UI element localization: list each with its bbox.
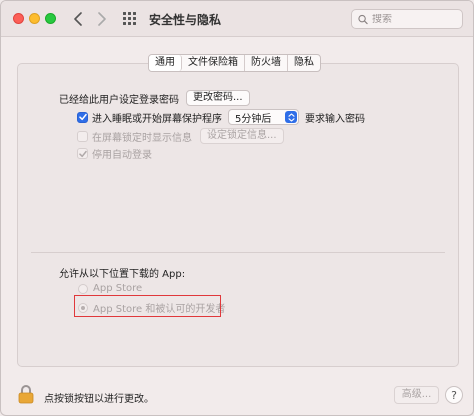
- downloads-title-row: 允许从以下位置下载的 App:: [59, 265, 185, 280]
- tab-privacy[interactable]: 隐私: [288, 55, 320, 71]
- tab-firewall[interactable]: 防火墙: [245, 55, 288, 71]
- title-bar: 安全性与隐私: [1, 1, 473, 37]
- password-delay-value: 5分钟后: [235, 113, 272, 125]
- chevron-left-icon: [74, 12, 82, 26]
- advanced-button[interactable]: 高级...: [394, 386, 439, 404]
- password-label: 已经给此用户设定登录密码: [59, 94, 179, 106]
- search-icon: [358, 14, 368, 24]
- disable-autologin-label: 停用自动登录: [92, 150, 152, 161]
- search-input[interactable]: [372, 13, 462, 25]
- preferences-window: 安全性与隐私 通用 文件保险箱 防火墙 隐私 已经给此用户设定登录密码 更改密码…: [0, 0, 474, 416]
- require-password-suffix: 要求输入密码: [305, 113, 365, 125]
- show-message-checkbox[interactable]: [77, 130, 88, 142]
- tab-filevault[interactable]: 文件保险箱: [182, 55, 245, 71]
- show-all-grid-icon[interactable]: [123, 12, 137, 26]
- password-delay-select[interactable]: 5分钟后: [228, 109, 299, 125]
- show-message-label: 在屏幕锁定时显示信息: [92, 132, 192, 144]
- downloads-title: 允许从以下位置下载的 App:: [59, 269, 186, 280]
- back-button[interactable]: [69, 9, 87, 29]
- require-password-label: 进入睡眠或开始屏幕保护程序: [92, 113, 222, 125]
- minimize-window-button[interactable]: [29, 13, 40, 24]
- disable-autologin-row: 停用自动登录: [77, 146, 152, 161]
- window-title: 安全性与隐私: [149, 13, 222, 27]
- set-lock-message-button[interactable]: 设定锁定信息...: [200, 128, 284, 144]
- require-password-row: 进入睡眠或开始屏幕保护程序 5分钟后 要求输入密码: [77, 109, 365, 125]
- change-password-button[interactable]: 更改密码...: [186, 90, 250, 106]
- chevron-right-icon: [98, 12, 106, 26]
- search-field[interactable]: [351, 9, 463, 29]
- app-store-radio-label: App Store: [93, 283, 143, 294]
- tab-bar: 通用 文件保险箱 防火墙 隐私: [148, 54, 321, 72]
- help-button[interactable]: ?: [445, 386, 463, 404]
- lock-icon[interactable]: [18, 384, 34, 404]
- close-window-button[interactable]: [13, 13, 24, 24]
- download-option-app-store[interactable]: App Store: [78, 283, 142, 294]
- highlight-annotation-box: [74, 295, 221, 317]
- app-store-radio[interactable]: [78, 283, 88, 294]
- password-row: 已经给此用户设定登录密码 更改密码...: [59, 90, 250, 106]
- tab-general[interactable]: 通用: [149, 55, 182, 71]
- forward-button[interactable]: [93, 9, 111, 29]
- show-message-row: 在屏幕锁定时显示信息 设定锁定信息...: [77, 128, 284, 144]
- section-divider: [31, 252, 445, 253]
- lock-hint-text: 点按锁按钮以进行更改。: [44, 394, 154, 405]
- require-password-checkbox[interactable]: [77, 111, 88, 123]
- checkmark-icon: [78, 150, 87, 157]
- zoom-window-button[interactable]: [45, 13, 56, 24]
- checkmark-icon: [78, 113, 87, 121]
- select-arrows-icon: [285, 111, 297, 123]
- disable-autologin-checkbox[interactable]: [77, 148, 88, 159]
